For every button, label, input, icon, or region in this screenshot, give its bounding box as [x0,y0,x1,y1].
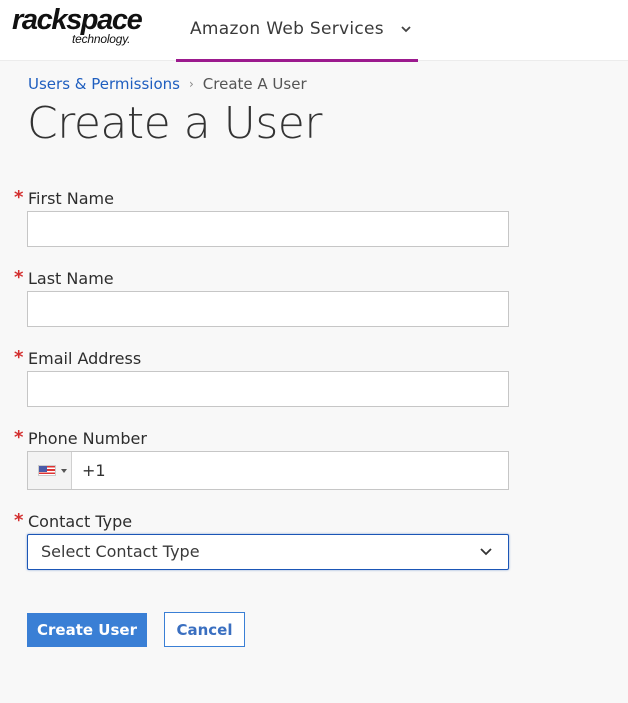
required-marker: * [14,267,24,288]
account-switcher[interactable]: Amazon Web Services [176,0,418,62]
contact-type-field: * Contact Type Select Contact Type [14,510,514,570]
top-navigation-bar: rackspace technology. Amazon Web Service… [0,0,628,62]
breadcrumb: Users & Permissions › Create A User [28,75,307,93]
first-name-input[interactable] [27,211,509,247]
breadcrumb-separator: › [188,77,194,91]
required-marker: * [14,347,24,368]
breadcrumb-users-permissions[interactable]: Users & Permissions [28,75,180,93]
contact-type-selected-value: Select Contact Type [41,542,200,561]
account-switcher-label: Amazon Web Services [190,19,384,39]
first-name-field: * First Name [14,187,514,247]
last-name-input[interactable] [27,291,509,327]
country-code-selector[interactable] [28,452,72,489]
create-user-button[interactable]: Create User [27,613,147,647]
phone-number-field: * Phone Number [14,427,514,490]
phone-input-group [27,451,509,490]
last-name-field: * Last Name [14,267,514,327]
email-input[interactable] [27,371,509,407]
logo-subtext: technology. [72,32,131,46]
rackspace-logo[interactable]: rackspace technology. [12,4,147,54]
first-name-label: First Name [28,188,114,208]
page-title: Create a User [27,98,322,149]
breadcrumb-current: Create A User [202,75,307,93]
phone-number-input[interactable] [72,452,508,489]
cancel-button[interactable]: Cancel [164,612,245,647]
email-field: * Email Address [14,347,514,407]
contact-type-select[interactable]: Select Contact Type [27,534,509,570]
chevron-down-icon [401,26,411,33]
chevron-down-icon [480,548,492,556]
required-marker: * [14,510,24,531]
phone-number-label: Phone Number [28,428,147,448]
us-flag-icon [38,465,56,476]
caret-down-icon [61,468,67,473]
last-name-label: Last Name [28,268,114,288]
required-marker: * [14,187,24,208]
required-marker: * [14,427,24,448]
contact-type-label: Contact Type [28,511,133,531]
email-label: Email Address [28,348,142,368]
